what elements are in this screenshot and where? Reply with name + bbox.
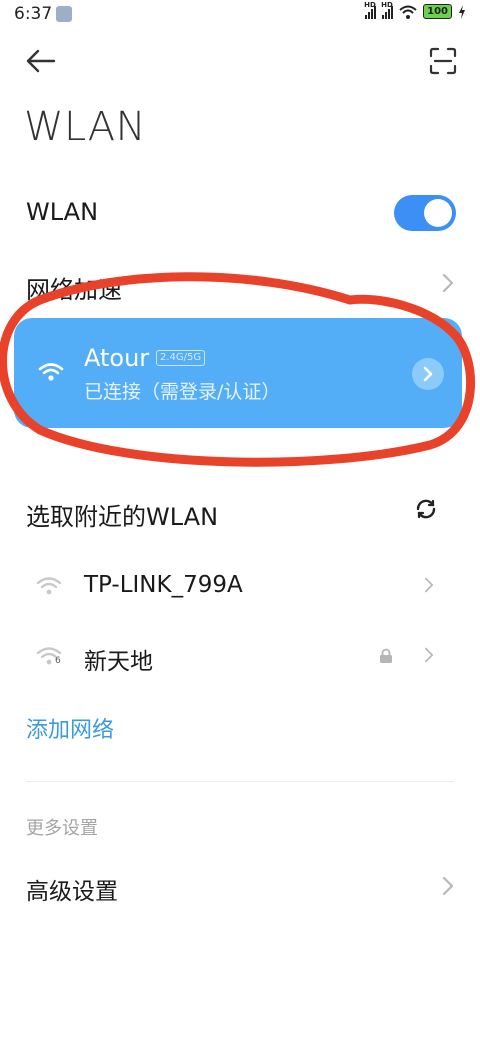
scan-qr-icon[interactable]	[428, 46, 458, 76]
connected-network-card[interactable]	[14, 318, 462, 428]
page-title: WLAN	[24, 104, 147, 150]
network-name[interactable]: TP-LINK_799A	[84, 572, 243, 598]
charging-icon	[459, 4, 465, 19]
cell-signal-1-icon: HD	[364, 1, 377, 19]
refresh-icon[interactable]	[414, 497, 438, 521]
wifi-status-icon	[399, 5, 417, 19]
wifi-signal-icon	[36, 577, 62, 595]
wifi-6-badge: 6	[55, 656, 61, 666]
more-settings-header: 更多设置	[26, 818, 98, 839]
network-details-button[interactable]	[412, 358, 444, 390]
toggle-knob	[424, 199, 452, 227]
status-time: 6:37	[14, 4, 53, 24]
band-badge: 2.4G/5G	[156, 350, 206, 366]
wlan-toggle-switch[interactable]	[394, 195, 456, 231]
chevron-right-icon[interactable]	[442, 273, 454, 293]
wlan-toggle-label: WLAN	[26, 198, 99, 226]
chevron-right-icon[interactable]	[424, 577, 434, 593]
sim2-hd-label: HD	[381, 0, 393, 9]
chevron-right-icon[interactable]	[424, 647, 434, 663]
nearby-networks-header: 选取附近的WLAN	[26, 503, 219, 531]
chevron-right-icon	[423, 366, 433, 382]
cell-signal-2-icon: HD	[381, 1, 394, 19]
add-network-link[interactable]: 添加网络	[26, 712, 114, 744]
lock-icon	[380, 648, 392, 663]
wifi-signal-icon	[38, 363, 64, 381]
divider	[26, 781, 454, 782]
back-arrow-icon[interactable]	[24, 46, 58, 76]
connection-status: 已连接（需登录/认证）	[84, 381, 281, 403]
wifi-6-signal-icon	[36, 647, 62, 665]
battery-indicator: 100	[423, 4, 452, 19]
status-indicators: HD HD 100	[364, 1, 466, 19]
network-acceleration-label[interactable]: 网络加速	[26, 270, 122, 305]
connected-ssid: Atour	[84, 344, 150, 372]
advanced-settings-item[interactable]: 高级设置	[26, 872, 118, 906]
network-name[interactable]: 新天地	[84, 642, 153, 676]
sim1-hd-label: HD	[364, 0, 376, 9]
app-notification-icon	[56, 6, 72, 22]
chevron-right-icon[interactable]	[442, 876, 454, 896]
